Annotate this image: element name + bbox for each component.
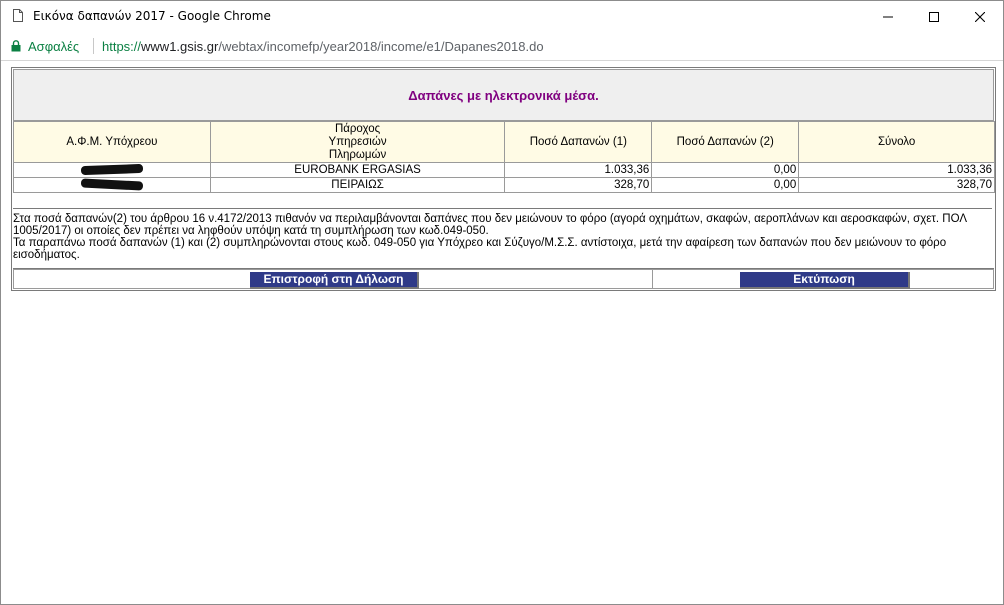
url-path: /webtax/incomefp/year2018/income/e1/Dapa… [218, 39, 544, 54]
amount-2-cell: 0,00 [651, 177, 800, 193]
address-bar[interactable]: Ασφαλές https://www1.gsis.gr/webtax/inco… [1, 32, 1003, 61]
close-button[interactable] [957, 1, 1003, 32]
expenses-panel: Δαπάνες με ηλεκτρονικά μέσα. Α.Φ.Μ. Υπόχ… [11, 67, 996, 291]
browser-window: Εικόνα δαπανών 2017 - Google Chrome Ασφα… [0, 0, 1004, 605]
url-host: www1.gsis.gr [141, 39, 219, 54]
afm-cell [13, 177, 211, 193]
afm-cell [13, 162, 211, 178]
url-text[interactable]: https://www1.gsis.gr/webtax/incomefp/yea… [102, 39, 544, 54]
table-row: ΠΕΙΡΑΙΩΣ 328,70 0,00 328,70 [13, 177, 995, 193]
amount-1-cell: 1.033,36 [504, 162, 653, 178]
close-icon [975, 11, 985, 22]
amount-2-cell: 0,00 [651, 162, 800, 178]
column-header-afm: Α.Φ.Μ. Υπόχρεου [13, 121, 211, 163]
window-title: Εικόνα δαπανών 2017 - Google Chrome [33, 9, 271, 23]
note-expenses-2: Στα ποσά δαπανών(2) του άρθρου 16 ν.4172… [13, 213, 967, 237]
lock-icon [11, 40, 21, 52]
print-button-cell: Εκτύπωση [652, 269, 994, 289]
notes-section: Στα ποσά δαπανών(2) του άρθρου 16 ν.4172… [13, 208, 992, 261]
heading-band: Δαπάνες με ηλεκτρονικά μέσα. [13, 69, 994, 121]
column-header-amount-2: Ποσό Δαπανών (2) [651, 121, 800, 163]
print-button[interactable]: Εκτύπωση [740, 272, 910, 289]
redacted-afm [80, 163, 144, 176]
provider-cell: EUROBANK ERGASIAS [209, 162, 506, 178]
url-scheme: https:// [102, 39, 142, 54]
minimize-button[interactable] [865, 1, 911, 32]
column-header-total: Σύνολο [798, 121, 995, 163]
maximize-icon [929, 11, 939, 22]
title-bar: Εικόνα δαπανών 2017 - Google Chrome [1, 1, 1003, 32]
back-to-declaration-button[interactable]: Επιστροφή στη Δήλωση [250, 272, 419, 289]
column-header-amount-2-text: Ποσό Δαπανών (2) [676, 135, 774, 148]
expenses-table: Α.Φ.Μ. Υπόχρεου Πάροχος Υπηρεσιών Πληρωμ… [13, 121, 995, 193]
address-separator [93, 38, 94, 54]
secure-label: Ασφαλές [28, 39, 80, 54]
total-cell: 328,70 [798, 177, 995, 193]
column-header-provider-text: Πάροχος Υπηρεσιών Πληρωμών [328, 122, 387, 161]
column-header-amount-1: Ποσό Δαπανών (1) [504, 121, 653, 163]
maximize-button[interactable] [911, 1, 957, 32]
table-header-row: Α.Φ.Μ. Υπόχρεου Πάροχος Υπηρεσιών Πληρωμ… [13, 121, 995, 163]
page-content: Δαπάνες με ηλεκτρονικά μέσα. Α.Φ.Μ. Υπόχ… [1, 61, 1003, 604]
column-header-amount-1-text: Ποσό Δαπανών (1) [529, 135, 627, 148]
minimize-icon [883, 16, 893, 17]
button-row: Επιστροφή στη Δήλωση Εκτύπωση [13, 268, 994, 289]
note-codes: Τα παραπάνω ποσά δαπανών (1) και (2) συμ… [13, 237, 947, 261]
table-row: EUROBANK ERGASIAS 1.033,36 0,00 1.033,36 [13, 162, 995, 178]
page-title: Δαπάνες με ηλεκτρονικά μέσα. [408, 88, 599, 103]
back-button-cell: Επιστροφή στη Δήλωση [13, 269, 653, 289]
column-header-provider: Πάροχος Υπηρεσιών Πληρωμών [209, 121, 506, 163]
total-cell: 1.033,36 [798, 162, 995, 178]
amount-1-cell: 328,70 [504, 177, 653, 193]
redacted-afm [80, 178, 144, 191]
document-icon [13, 9, 23, 22]
provider-cell: ΠΕΙΡΑΙΩΣ [209, 177, 506, 193]
